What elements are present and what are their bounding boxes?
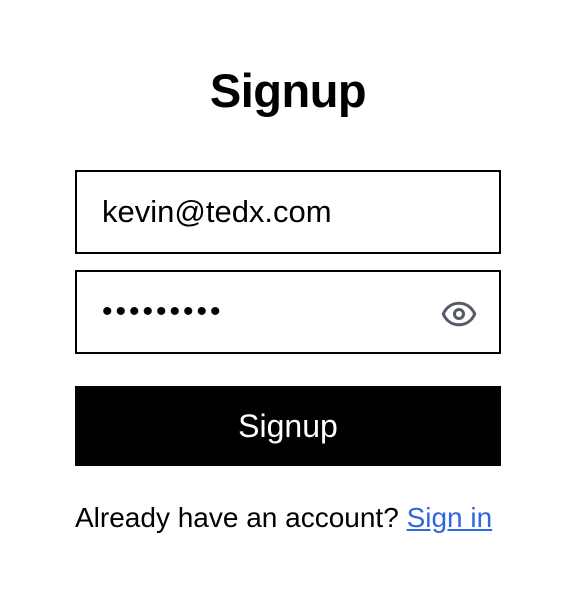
password-field[interactable] — [75, 270, 501, 354]
signin-link[interactable]: Sign in — [407, 502, 493, 533]
signin-prompt: Already have an account? Sign in — [75, 500, 505, 536]
email-field[interactable] — [75, 170, 501, 254]
signup-button[interactable]: Signup — [75, 386, 501, 466]
password-input[interactable] — [77, 272, 499, 352]
email-input[interactable] — [77, 172, 499, 252]
eye-icon[interactable] — [441, 296, 477, 332]
signin-prompt-text: Already have an account? — [75, 502, 399, 533]
page-title: Signup — [209, 64, 367, 117]
